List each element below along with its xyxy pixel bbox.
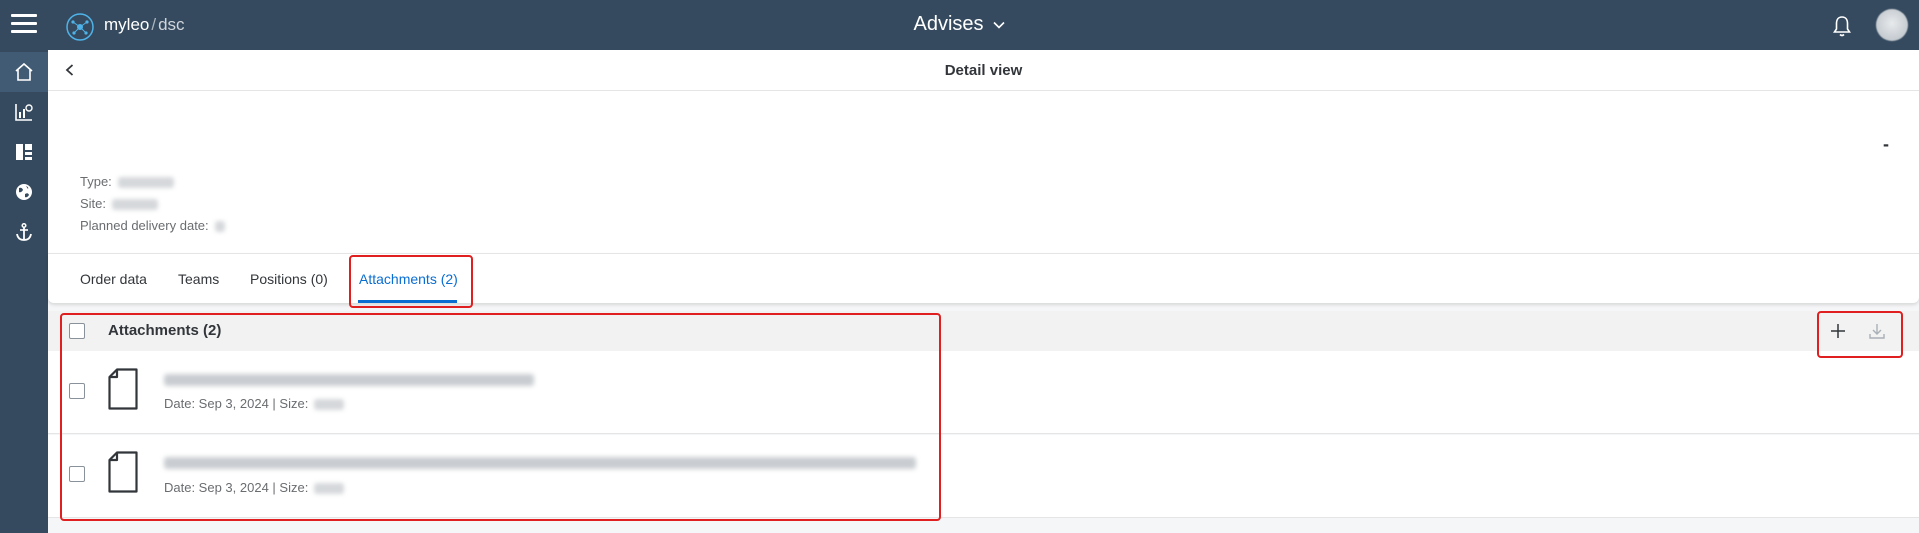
app-title: Advises bbox=[913, 13, 984, 35]
dashboard-icon bbox=[16, 144, 32, 160]
document-icon bbox=[108, 451, 138, 493]
attribute-type-label: Type: bbox=[80, 174, 112, 189]
myleo-logo-icon[interactable] bbox=[64, 11, 96, 43]
nav-analytics[interactable] bbox=[0, 92, 48, 132]
globe-icon bbox=[16, 184, 32, 200]
plus-icon bbox=[1831, 324, 1845, 338]
brand-name: myleo / dsc bbox=[104, 15, 185, 35]
anchor-icon bbox=[16, 222, 32, 241]
attribute-site-value-redacted bbox=[112, 199, 159, 211]
document-icon bbox=[108, 368, 138, 410]
download-icon bbox=[1869, 324, 1885, 339]
attribute-site: Site: bbox=[80, 196, 159, 211]
sub-header: Detail view bbox=[48, 50, 1919, 91]
brand-main: myleo bbox=[104, 15, 150, 34]
tab-bar: Order data Teams Positions (0) Attachmen… bbox=[48, 253, 1919, 303]
attribute-type-value-redacted bbox=[117, 177, 174, 189]
tab-selected-indicator bbox=[358, 300, 457, 303]
brand-separator: / bbox=[151, 15, 157, 34]
row-checkbox[interactable] bbox=[69, 383, 85, 399]
object-header: - Type: Site: Planned delivery date: bbox=[48, 91, 1919, 253]
attachments-list-title: Attachments (2) bbox=[108, 322, 222, 339]
attribute-planned-delivery-date-label: Planned delivery date: bbox=[80, 218, 209, 233]
attachment-meta: Date: Sep 3, 2024 | Size: bbox=[164, 396, 345, 411]
attachment-file-name-redacted[interactable] bbox=[164, 457, 916, 469]
attribute-planned-delivery-date-value-redacted bbox=[214, 221, 225, 233]
attachments-list-header: Attachments (2) bbox=[48, 311, 1919, 351]
attachment-size-redacted bbox=[314, 483, 345, 495]
user-avatar[interactable] bbox=[1876, 9, 1908, 41]
tab-attachments[interactable]: Attachments (2) bbox=[359, 271, 458, 287]
attachment-date-size: Date: Sep 3, 2024 | Size: bbox=[164, 480, 309, 495]
nav-anchor[interactable] bbox=[0, 212, 48, 252]
add-attachment-button[interactable] bbox=[1824, 317, 1852, 345]
attribute-site-label: Site: bbox=[80, 196, 107, 211]
attachment-size-redacted bbox=[314, 399, 345, 411]
nav-dashboard[interactable] bbox=[0, 132, 48, 172]
attribute-planned-delivery-date: Planned delivery date: bbox=[80, 218, 225, 233]
shell-bar: myleo / dsc Advises bbox=[0, 0, 1919, 50]
main-content: Detail view - Type: Site: Planned delive… bbox=[48, 50, 1919, 533]
attachment-list-item[interactable]: Date: Sep 3, 2024 | Size: bbox=[48, 435, 1919, 518]
chart-settings-icon bbox=[15, 104, 33, 121]
page-title: Detail view bbox=[944, 62, 1023, 79]
attachment-meta: Date: Sep 3, 2024 | Size: bbox=[164, 480, 345, 495]
attachment-list-item[interactable]: Date: Sep 3, 2024 | Size: bbox=[48, 351, 1919, 434]
nav-home[interactable] bbox=[0, 52, 48, 92]
attribute-type: Type: bbox=[80, 174, 174, 189]
tab-teams[interactable]: Teams bbox=[178, 271, 219, 287]
hamburger-menu-icon[interactable] bbox=[11, 14, 37, 34]
tab-positions[interactable]: Positions (0) bbox=[250, 271, 328, 287]
home-icon bbox=[15, 62, 33, 81]
nav-globe[interactable] bbox=[0, 172, 48, 212]
attachment-file-name-redacted[interactable] bbox=[164, 374, 534, 386]
attachment-date-size: Date: Sep 3, 2024 | Size: bbox=[164, 396, 309, 411]
row-checkbox[interactable] bbox=[69, 466, 85, 482]
chevron-down-icon bbox=[992, 21, 1005, 29]
notifications-bell-icon[interactable] bbox=[1830, 14, 1854, 38]
status-value: - bbox=[1883, 134, 1889, 154]
select-all-checkbox[interactable] bbox=[69, 323, 85, 339]
tab-order-data[interactable]: Order data bbox=[80, 271, 147, 287]
side-navigation bbox=[0, 50, 48, 533]
app-title-menu[interactable]: Advises bbox=[913, 13, 1005, 36]
download-attachment-button[interactable] bbox=[1863, 317, 1891, 345]
brand-suffix: dsc bbox=[158, 15, 185, 34]
